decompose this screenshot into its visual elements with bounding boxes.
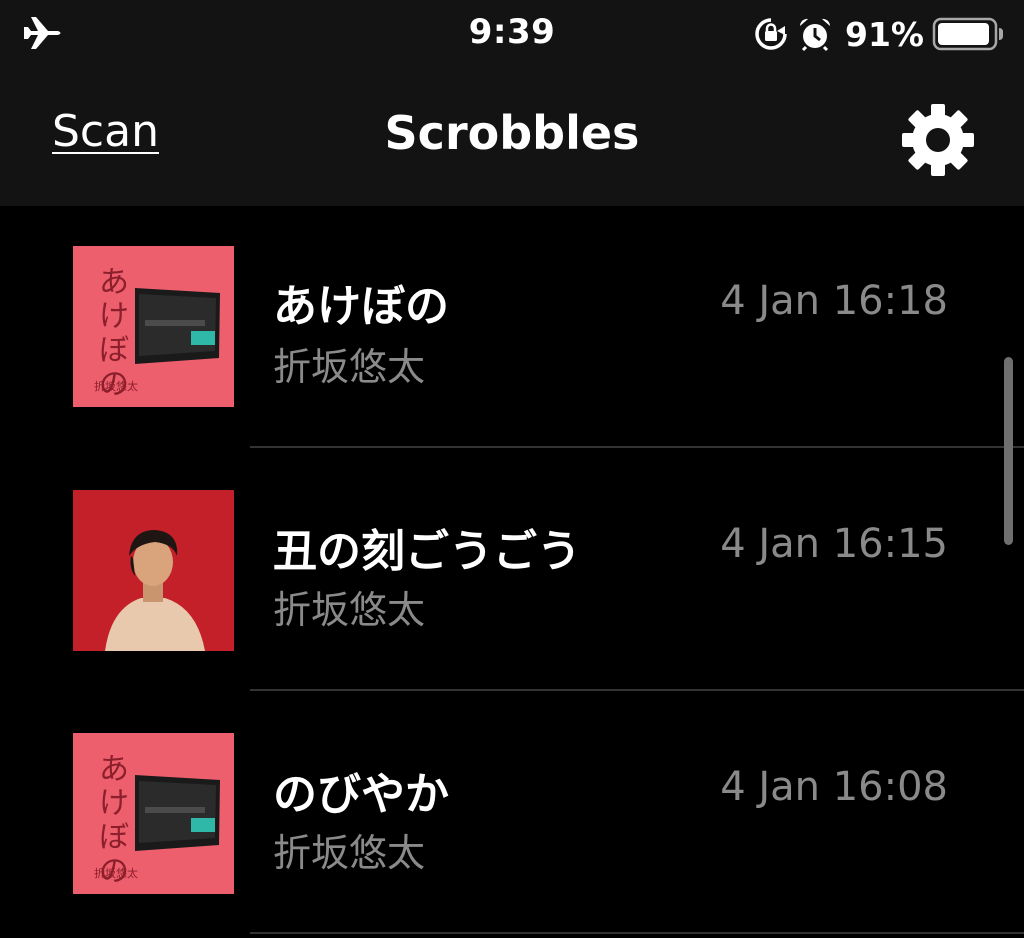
list-item[interactable]: あ け ぼ の 折坂悠太 あけぼの 折坂悠太 4 Jan 16:18 xyxy=(0,206,1024,449)
scrobble-time: 4 Jan 16:18 xyxy=(720,278,948,324)
cover-char-2: け xyxy=(99,299,129,334)
cover-char-1: あ xyxy=(99,752,129,787)
battery-percent: 91% xyxy=(845,14,924,54)
page-title: Scrobbles xyxy=(384,106,640,160)
track-title: のびやか xyxy=(273,769,449,820)
alarm-icon xyxy=(799,18,831,52)
battery-icon xyxy=(932,17,1003,51)
cover-char-1: あ xyxy=(99,265,129,300)
scrobble-time: 4 Jan 16:08 xyxy=(720,764,948,810)
artist-name: 折坂悠太 xyxy=(273,345,426,389)
scrobble-time: 4 Jan 16:15 xyxy=(720,521,948,567)
album-cover-small-text: 折坂悠太 xyxy=(94,379,138,393)
cover-char-3: ぼ xyxy=(99,333,129,368)
list-item[interactable]: あ け ぼ の 折坂悠太 のびやか 折坂悠太 4 Jan 16:08 xyxy=(0,692,1024,935)
album-cover xyxy=(73,490,234,651)
status-icons: 91% xyxy=(753,12,1004,56)
separator xyxy=(250,689,1024,691)
track-title: あけぼの xyxy=(273,281,449,332)
cover-char-3: ぼ xyxy=(99,820,129,855)
artist-name: 折坂悠太 xyxy=(273,588,426,632)
scrobbles-screen: 9:39 91% Scan Scrobbles あ け ぼ の 折坂悠太 あけぼ… xyxy=(0,0,1024,938)
scrobble-list[interactable]: あ け ぼ の 折坂悠太 あけぼの 折坂悠太 4 Jan 16:18 丑の刻ごう… xyxy=(0,206,1024,938)
lock-rotation-icon xyxy=(755,18,787,50)
status-bar: 9:39 91% xyxy=(0,0,1024,76)
list-item[interactable]: 丑の刻ごうごう 折坂悠太 4 Jan 16:15 xyxy=(0,449,1024,692)
artist-name: 折坂悠太 xyxy=(273,831,426,875)
cover-char-2: け xyxy=(99,786,129,821)
gear-icon[interactable] xyxy=(896,98,980,182)
track-title: 丑の刻ごうごう xyxy=(273,526,581,577)
nav-bar: Scan Scrobbles xyxy=(0,76,1024,206)
album-cover: あ け ぼ の 折坂悠太 xyxy=(73,246,234,407)
separator xyxy=(250,932,1024,934)
scrollbar[interactable] xyxy=(1004,357,1013,545)
separator xyxy=(250,446,1024,448)
album-cover: あ け ぼ の 折坂悠太 xyxy=(73,733,234,894)
album-cover-small-text: 折坂悠太 xyxy=(94,866,138,880)
